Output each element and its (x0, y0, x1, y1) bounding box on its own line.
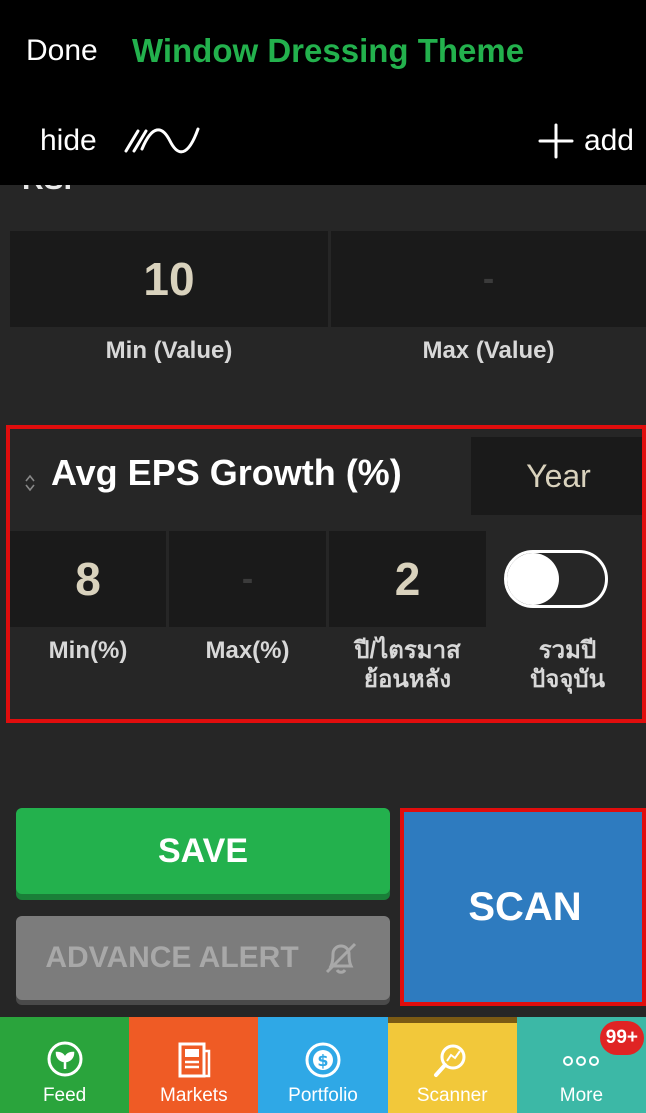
tab-label-markets: Markets (160, 1085, 228, 1106)
bottom-tab-bar: Feed Markets $ Portfolio Scanner More 99… (0, 1017, 646, 1113)
eps-highlight-box (6, 425, 646, 723)
feed-icon (47, 1041, 83, 1077)
tab-label-more: More (559, 1085, 604, 1106)
rsi-section-title: RSI (22, 185, 102, 199)
page-title: Window Dressing Theme (132, 32, 525, 69)
rsi-max-label: Max (Value) (422, 337, 555, 364)
more-icon (563, 1056, 600, 1066)
add-button[interactable]: add (538, 120, 634, 162)
tab-label-scanner: Scanner (416, 1085, 488, 1106)
scanner-icon (434, 1044, 466, 1077)
tab-portfolio[interactable]: $ Portfolio (258, 1017, 388, 1113)
advance-alert-button[interactable]: ADVANCE ALERT (16, 916, 390, 1000)
markets-icon (178, 1042, 211, 1078)
advance-alert-label: ADVANCE ALERT (45, 941, 299, 974)
tab-label-portfolio: Portfolio (288, 1085, 358, 1106)
scan-highlight-box (400, 808, 646, 1006)
wave-icon[interactable] (124, 121, 202, 159)
tab-label-feed: Feed (42, 1085, 87, 1106)
rsi-min-label: Min (Value) (105, 337, 233, 364)
tab-markets[interactable]: Markets (129, 1017, 259, 1113)
svg-text:$: $ (317, 1051, 328, 1070)
rsi-min-input[interactable]: 10 (10, 231, 328, 327)
rsi-max-value: - (482, 259, 495, 298)
done-button[interactable]: Done (26, 34, 98, 68)
rsi-min-value: 10 (143, 253, 195, 305)
add-label: add (583, 124, 634, 157)
rsi-max-input[interactable]: - (331, 231, 646, 327)
bell-off-icon (325, 942, 356, 974)
plus-icon (538, 123, 574, 159)
top-bar: Done Window Dressing Theme hide add (0, 0, 646, 185)
tab-more[interactable]: More 99+ (516, 1017, 646, 1113)
notification-badge: 99+ (599, 1021, 645, 1055)
tab-scanner[interactable]: Scanner (387, 1017, 517, 1113)
save-button[interactable]: SAVE (16, 808, 390, 894)
scanner-criteria-panel: RSI 10 - Min (Value) Max (Value) Avg EPS… (0, 185, 646, 1017)
hide-button[interactable]: hide (40, 124, 97, 158)
portfolio-icon: $ (305, 1042, 341, 1078)
tab-feed[interactable]: Feed (0, 1017, 130, 1113)
